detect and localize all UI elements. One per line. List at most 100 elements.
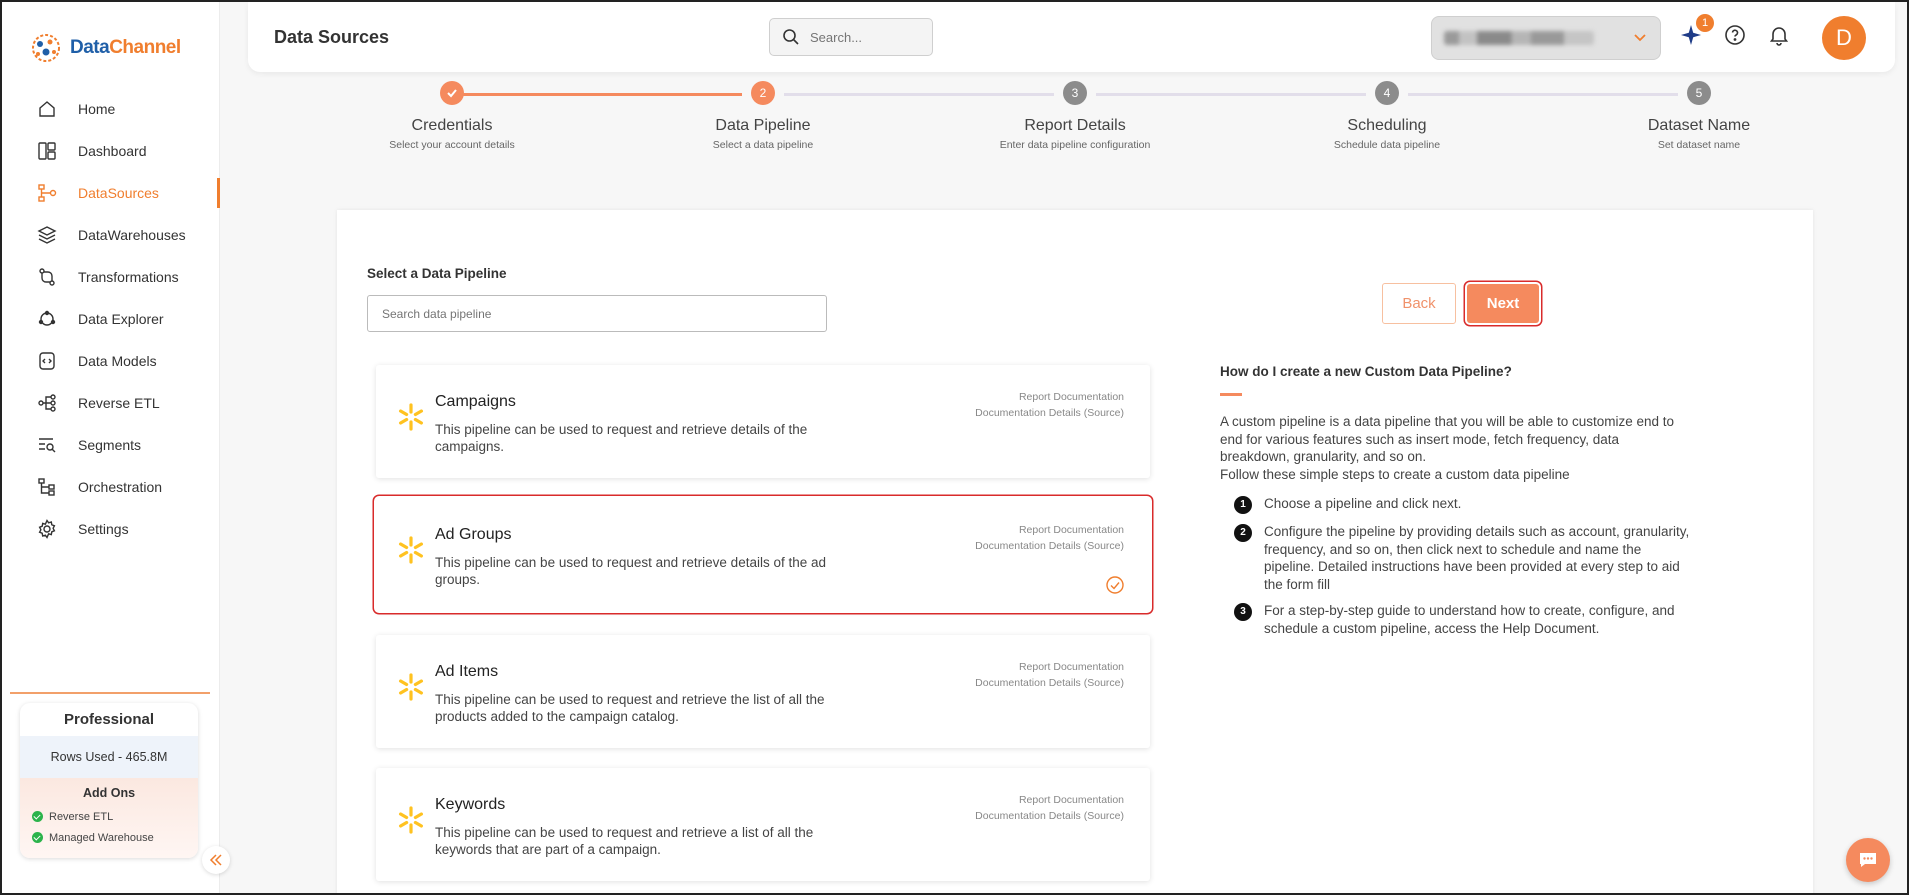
- pipeline-card-ad-groups[interactable]: Ad Groups This pipeline can be used to r…: [376, 498, 1150, 611]
- chat-bubble-icon: [1860, 853, 1876, 867]
- step-credentials: Credentials Select your account details: [352, 78, 552, 151]
- step-number: 4: [1375, 81, 1399, 105]
- ai-assistant-button[interactable]: 1: [1676, 14, 1714, 50]
- help-circle-icon: [1725, 25, 1745, 45]
- pipeline-doc-links: Report Documentation Documentation Detai…: [975, 792, 1124, 824]
- help-title: How do I create a new Custom Data Pipeli…: [1220, 364, 1512, 379]
- logo[interactable]: DataChannel: [28, 30, 181, 66]
- sidebar-item-home[interactable]: Home: [2, 88, 220, 130]
- source-documentation-link[interactable]: Documentation Details (Source): [975, 538, 1124, 554]
- sidebar-item-settings[interactable]: Settings: [2, 508, 220, 550]
- addon-label: Reverse ETL: [49, 810, 114, 823]
- report-documentation-link[interactable]: Report Documentation: [975, 389, 1124, 405]
- app-window: DataChannel Home Dashboard DataSources D…: [0, 0, 1909, 895]
- sidebar-item-label: Orchestration: [78, 479, 163, 495]
- sidebar: DataChannel Home Dashboard DataSources D…: [2, 2, 220, 893]
- search-input[interactable]: [810, 29, 910, 45]
- chat-support-button[interactable]: [1846, 838, 1890, 882]
- sidebar-item-label: Dashboard: [78, 143, 147, 159]
- help-step-number: 2: [1234, 524, 1252, 542]
- avatar[interactable]: D: [1822, 16, 1866, 60]
- section-label: Select a Data Pipeline: [367, 266, 507, 281]
- notifications-button[interactable]: [1764, 20, 1794, 50]
- datachannel-logo-icon: [32, 34, 60, 62]
- help-button[interactable]: [1720, 20, 1750, 50]
- pipeline-doc-links: Report Documentation Documentation Detai…: [975, 389, 1124, 421]
- logo-text: DataChannel: [70, 37, 181, 59]
- report-documentation-link[interactable]: Report Documentation: [975, 792, 1124, 808]
- page-title: Data Sources: [274, 27, 390, 47]
- step-data-pipeline: 2 Data Pipeline Select a data pipeline: [663, 78, 863, 151]
- help-step: 1 Choose a pipeline and click next.: [1234, 495, 1694, 514]
- report-documentation-link[interactable]: Report Documentation: [975, 659, 1124, 675]
- help-step-number: 3: [1234, 603, 1252, 621]
- check-circle-icon: [32, 832, 43, 843]
- source-documentation-link[interactable]: Documentation Details (Source): [975, 808, 1124, 824]
- collapse-sidebar-button[interactable]: [202, 846, 230, 874]
- explorer-icon: [36, 308, 58, 330]
- pipeline-card-campaigns[interactable]: Campaigns This pipeline can be used to r…: [376, 365, 1150, 478]
- rows-used: Rows Used - 465.8M: [20, 736, 198, 778]
- source-documentation-link[interactable]: Documentation Details (Source): [975, 405, 1124, 421]
- pipeline-name: Keywords: [435, 796, 506, 813]
- addon-item: Reverse ETL: [20, 806, 198, 827]
- pipeline-search[interactable]: [367, 295, 827, 332]
- step-label: Dataset Name: [1647, 117, 1751, 134]
- walmart-spark-icon: [399, 403, 423, 431]
- datasources-icon: [36, 182, 58, 204]
- report-documentation-link[interactable]: Report Documentation: [975, 522, 1124, 538]
- walmart-spark-icon: [399, 673, 423, 701]
- sidebar-item-data-explorer[interactable]: Data Explorer: [2, 298, 220, 340]
- step-label: Data Pipeline: [715, 117, 811, 134]
- sidebar-item-segments[interactable]: Segments: [2, 424, 220, 466]
- step-sublabel: Set dataset name: [1657, 139, 1741, 151]
- sidebar-item-label: Data Models: [78, 353, 157, 369]
- sidebar-item-dashboard[interactable]: Dashboard: [2, 130, 220, 172]
- sidebar-item-data-models[interactable]: Data Models: [2, 340, 220, 382]
- logo-text-part1: Data: [70, 37, 110, 58]
- pipeline-selection-card: Select a Data Pipeline Campaigns This pi…: [337, 210, 1813, 893]
- sidebar-item-transformations[interactable]: Transformations: [2, 256, 220, 298]
- pipeline-doc-links: Report Documentation Documentation Detai…: [975, 522, 1124, 554]
- pipeline-card-keywords[interactable]: Keywords This pipeline can be used to re…: [376, 768, 1150, 881]
- addons-section: Add Ons Reverse ETL Managed Warehouse: [20, 778, 198, 858]
- sidebar-item-datasources[interactable]: DataSources: [2, 172, 220, 214]
- source-documentation-link[interactable]: Documentation Details (Source): [975, 675, 1124, 691]
- account-selector[interactable]: [1431, 16, 1661, 60]
- home-icon: [36, 98, 58, 120]
- global-search[interactable]: [769, 18, 933, 56]
- pipeline-card-ad-items[interactable]: Ad Items This pipeline can be used to re…: [376, 635, 1150, 748]
- sidebar-item-orchestration[interactable]: Orchestration: [2, 466, 220, 508]
- checkmark-icon: [447, 89, 457, 98]
- step-sublabel: Select your account details: [389, 139, 515, 151]
- model-icon: [36, 350, 58, 372]
- check-circle-icon: [32, 811, 43, 822]
- sidebar-item-label: Reverse ETL: [78, 395, 160, 411]
- sidebar-item-label: Settings: [78, 521, 129, 537]
- notification-badge: 1: [1696, 14, 1714, 32]
- step-report-details: 3 Report Details Enter data pipeline con…: [975, 78, 1175, 151]
- addons-title: Add Ons: [82, 786, 136, 800]
- step-dataset-name: 5 Dataset Name Set dataset name: [1599, 78, 1799, 151]
- sidebar-item-label: Data Explorer: [78, 311, 164, 327]
- step-label: Credentials: [411, 117, 493, 134]
- next-button[interactable]: Next: [1467, 284, 1539, 323]
- pipeline-search-input[interactable]: [368, 296, 826, 331]
- sidebar-item-label: Home: [78, 101, 116, 117]
- pipeline-name: Campaigns: [435, 393, 516, 410]
- sidebar-item-datawarehouses[interactable]: DataWarehouses: [2, 214, 220, 256]
- sidebar-nav: Home Dashboard DataSources DataWarehouse…: [2, 88, 220, 550]
- chevron-down-icon: [1634, 34, 1646, 42]
- step-complete-indicator: [440, 81, 464, 105]
- walmart-spark-icon: [399, 536, 423, 564]
- sidebar-item-reverse-etl[interactable]: Reverse ETL: [2, 382, 220, 424]
- help-steps-list: 1 Choose a pipeline and click next. 2 Co…: [1234, 495, 1694, 646]
- step-label: Scheduling: [1347, 117, 1427, 134]
- sidebar-divider: [10, 692, 210, 694]
- transform-icon: [36, 266, 58, 288]
- back-button[interactable]: Back: [1382, 283, 1456, 324]
- segments-icon: [36, 434, 58, 456]
- help-step-text: Configure the pipeline by providing deta…: [1264, 524, 1690, 592]
- help-step-text: Choose a pipeline and click next.: [1264, 496, 1462, 511]
- layers-icon: [36, 224, 58, 246]
